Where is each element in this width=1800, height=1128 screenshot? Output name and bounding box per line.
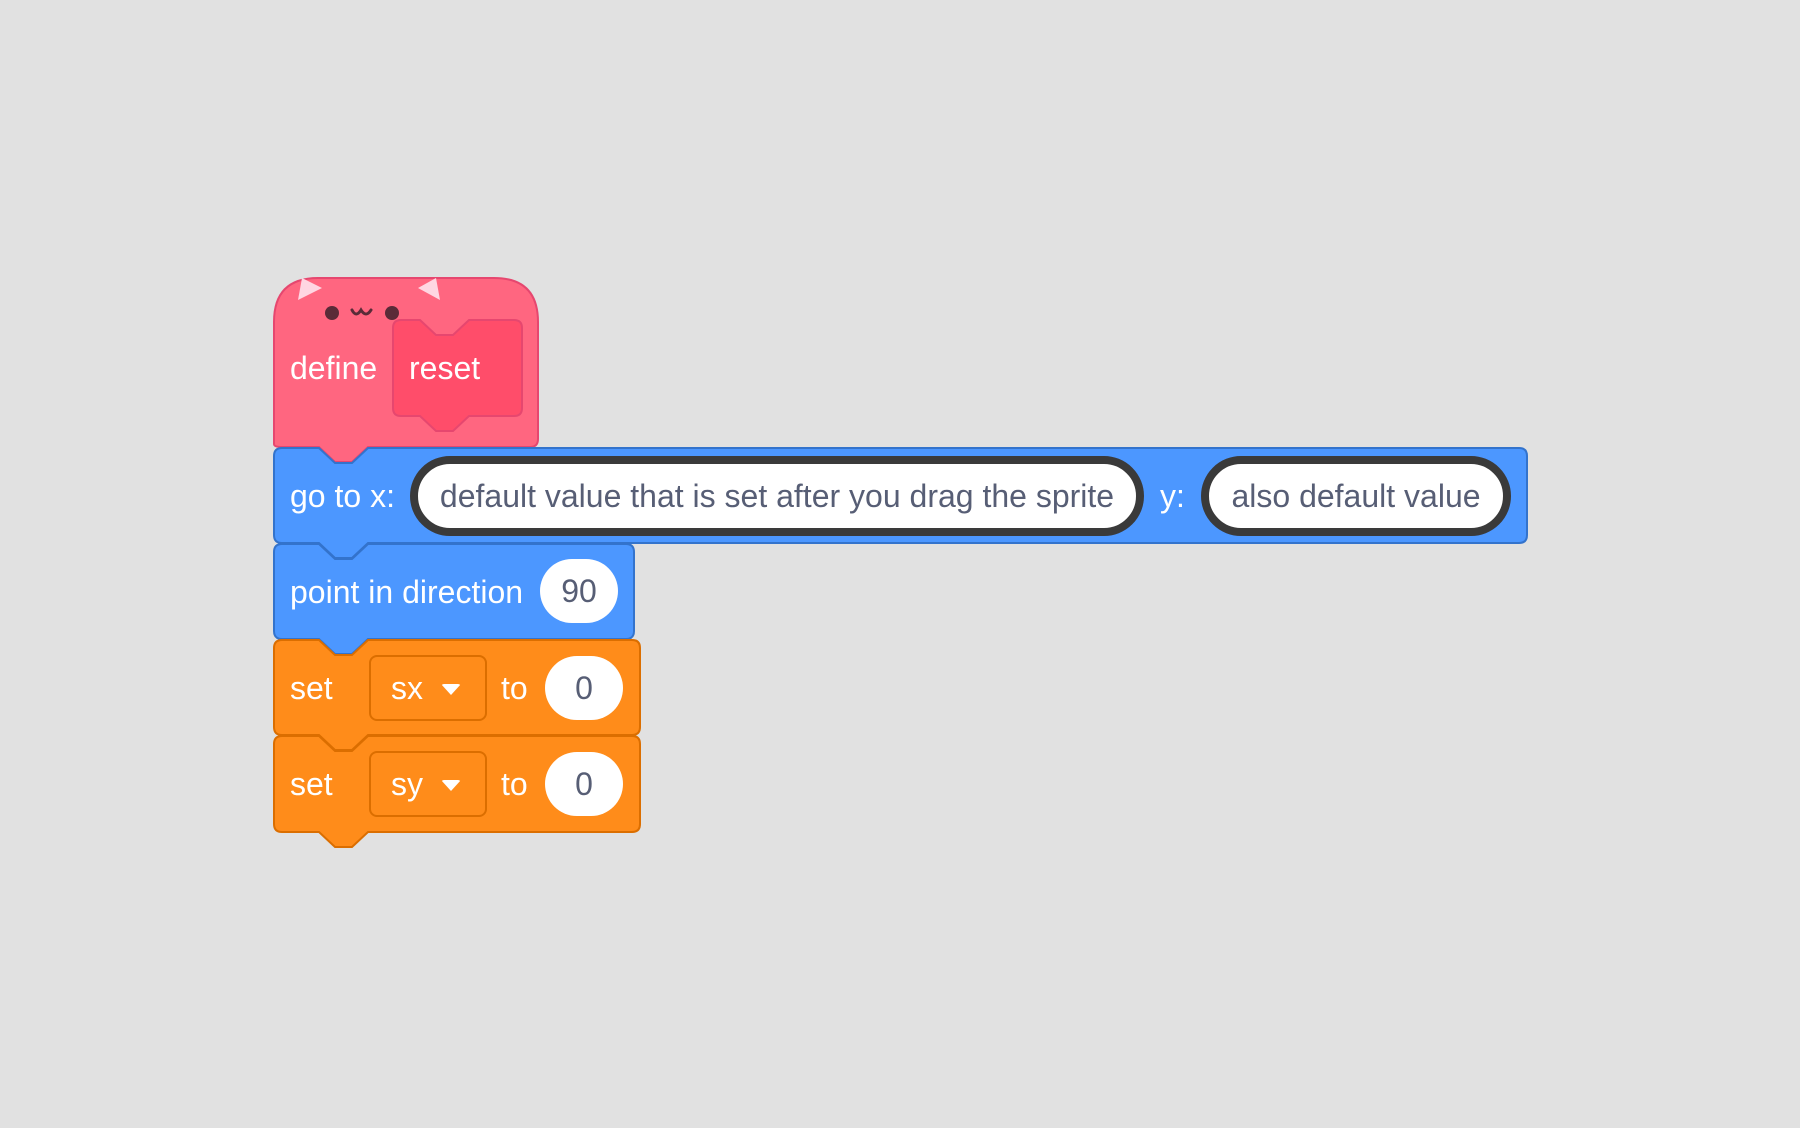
sx-variable-dropdown[interactable]: sx	[369, 655, 487, 721]
sx-variable-name: sx	[391, 669, 423, 706]
goto-x-label: go to x:	[290, 478, 395, 514]
set-sx-to-label: to	[501, 670, 528, 706]
code-workspace[interactable]: define reset go to x: default value that…	[0, 0, 1800, 1128]
sy-variable-dropdown[interactable]: sy	[369, 751, 487, 817]
set-sx-label: set	[290, 670, 333, 706]
block-stack	[273, 277, 1528, 848]
set-sy-to-label: to	[501, 766, 528, 802]
sx-value-input[interactable]: 0	[545, 656, 623, 720]
y-value-input[interactable]: also default value	[1201, 456, 1511, 536]
chevron-down-icon	[441, 780, 461, 791]
sy-variable-name: sy	[391, 765, 423, 802]
chevron-down-icon	[441, 684, 461, 695]
direction-value-input[interactable]: 90	[540, 559, 618, 623]
x-value-input[interactable]: default value that is set after you drag…	[410, 456, 1144, 536]
sy-value-input[interactable]: 0	[545, 752, 623, 816]
set-sy-label: set	[290, 766, 333, 802]
goto-y-label: y:	[1160, 478, 1185, 514]
direction-label: point in direction	[290, 574, 524, 610]
reset-label: reset	[409, 350, 481, 386]
define-label: define	[290, 350, 378, 386]
